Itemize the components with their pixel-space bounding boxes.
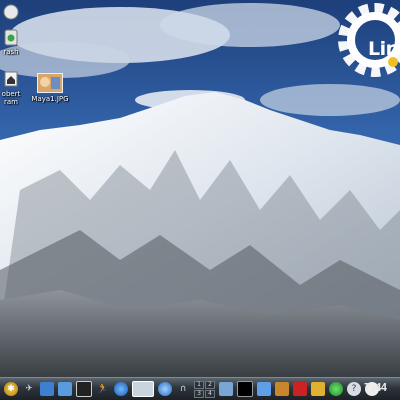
desktop-wallpaper [0, 0, 400, 400]
network-icon[interactable] [158, 382, 172, 396]
recycle-icon [4, 29, 18, 46]
airplane-icon[interactable]: ✈ [22, 382, 36, 396]
window-icon[interactable] [219, 382, 233, 396]
trash-label: rash [3, 48, 19, 56]
konqueror-icon[interactable] [58, 382, 72, 396]
home-label: obert ram [1, 90, 21, 106]
pager-desktop-2[interactable]: 2 [205, 380, 215, 389]
pager-desktop-4[interactable]: 4 [205, 389, 215, 398]
maya-file-label: Maya1.JPG [31, 95, 69, 103]
email-icon[interactable] [311, 382, 325, 396]
taskbar-clock[interactable]: 7:44 [362, 381, 388, 395]
image-file-icon [37, 73, 63, 93]
pager-desktop-1[interactable]: 1 [194, 380, 204, 389]
pager-desktop-3[interactable]: 3 [194, 389, 204, 398]
network-status-icon[interactable] [329, 382, 343, 396]
taskbar: ✱ ✈ 🏃 ∩ 1 2 3 4 ? [0, 377, 400, 400]
trash-image-icon [3, 4, 19, 20]
book-icon[interactable] [293, 382, 307, 396]
trash-desktop-icon[interactable]: rash [0, 28, 22, 56]
terminal-icon[interactable] [237, 381, 253, 397]
package-icon[interactable] [275, 382, 289, 396]
globe-icon[interactable] [114, 382, 128, 396]
home-folder-icon[interactable]: obert ram [0, 70, 22, 106]
linux-logo-text: Lin [368, 38, 399, 60]
desktop-icon[interactable] [40, 382, 54, 396]
help-icon[interactable]: ? [347, 382, 361, 396]
folder-icon[interactable] [257, 382, 271, 396]
maya-image-file[interactable]: Maya1.JPG [30, 73, 70, 103]
monitor-icon[interactable] [76, 381, 92, 397]
home-icon [4, 71, 18, 87]
person-run-icon[interactable]: 🏃 [96, 382, 110, 396]
headset-icon[interactable]: ∩ [176, 382, 190, 396]
computer-icon[interactable] [132, 381, 154, 397]
desktop-pager[interactable]: 1 2 3 4 [194, 380, 215, 398]
trash-icon[interactable] [0, 4, 22, 26]
k-menu-icon[interactable]: ✱ [4, 382, 18, 396]
